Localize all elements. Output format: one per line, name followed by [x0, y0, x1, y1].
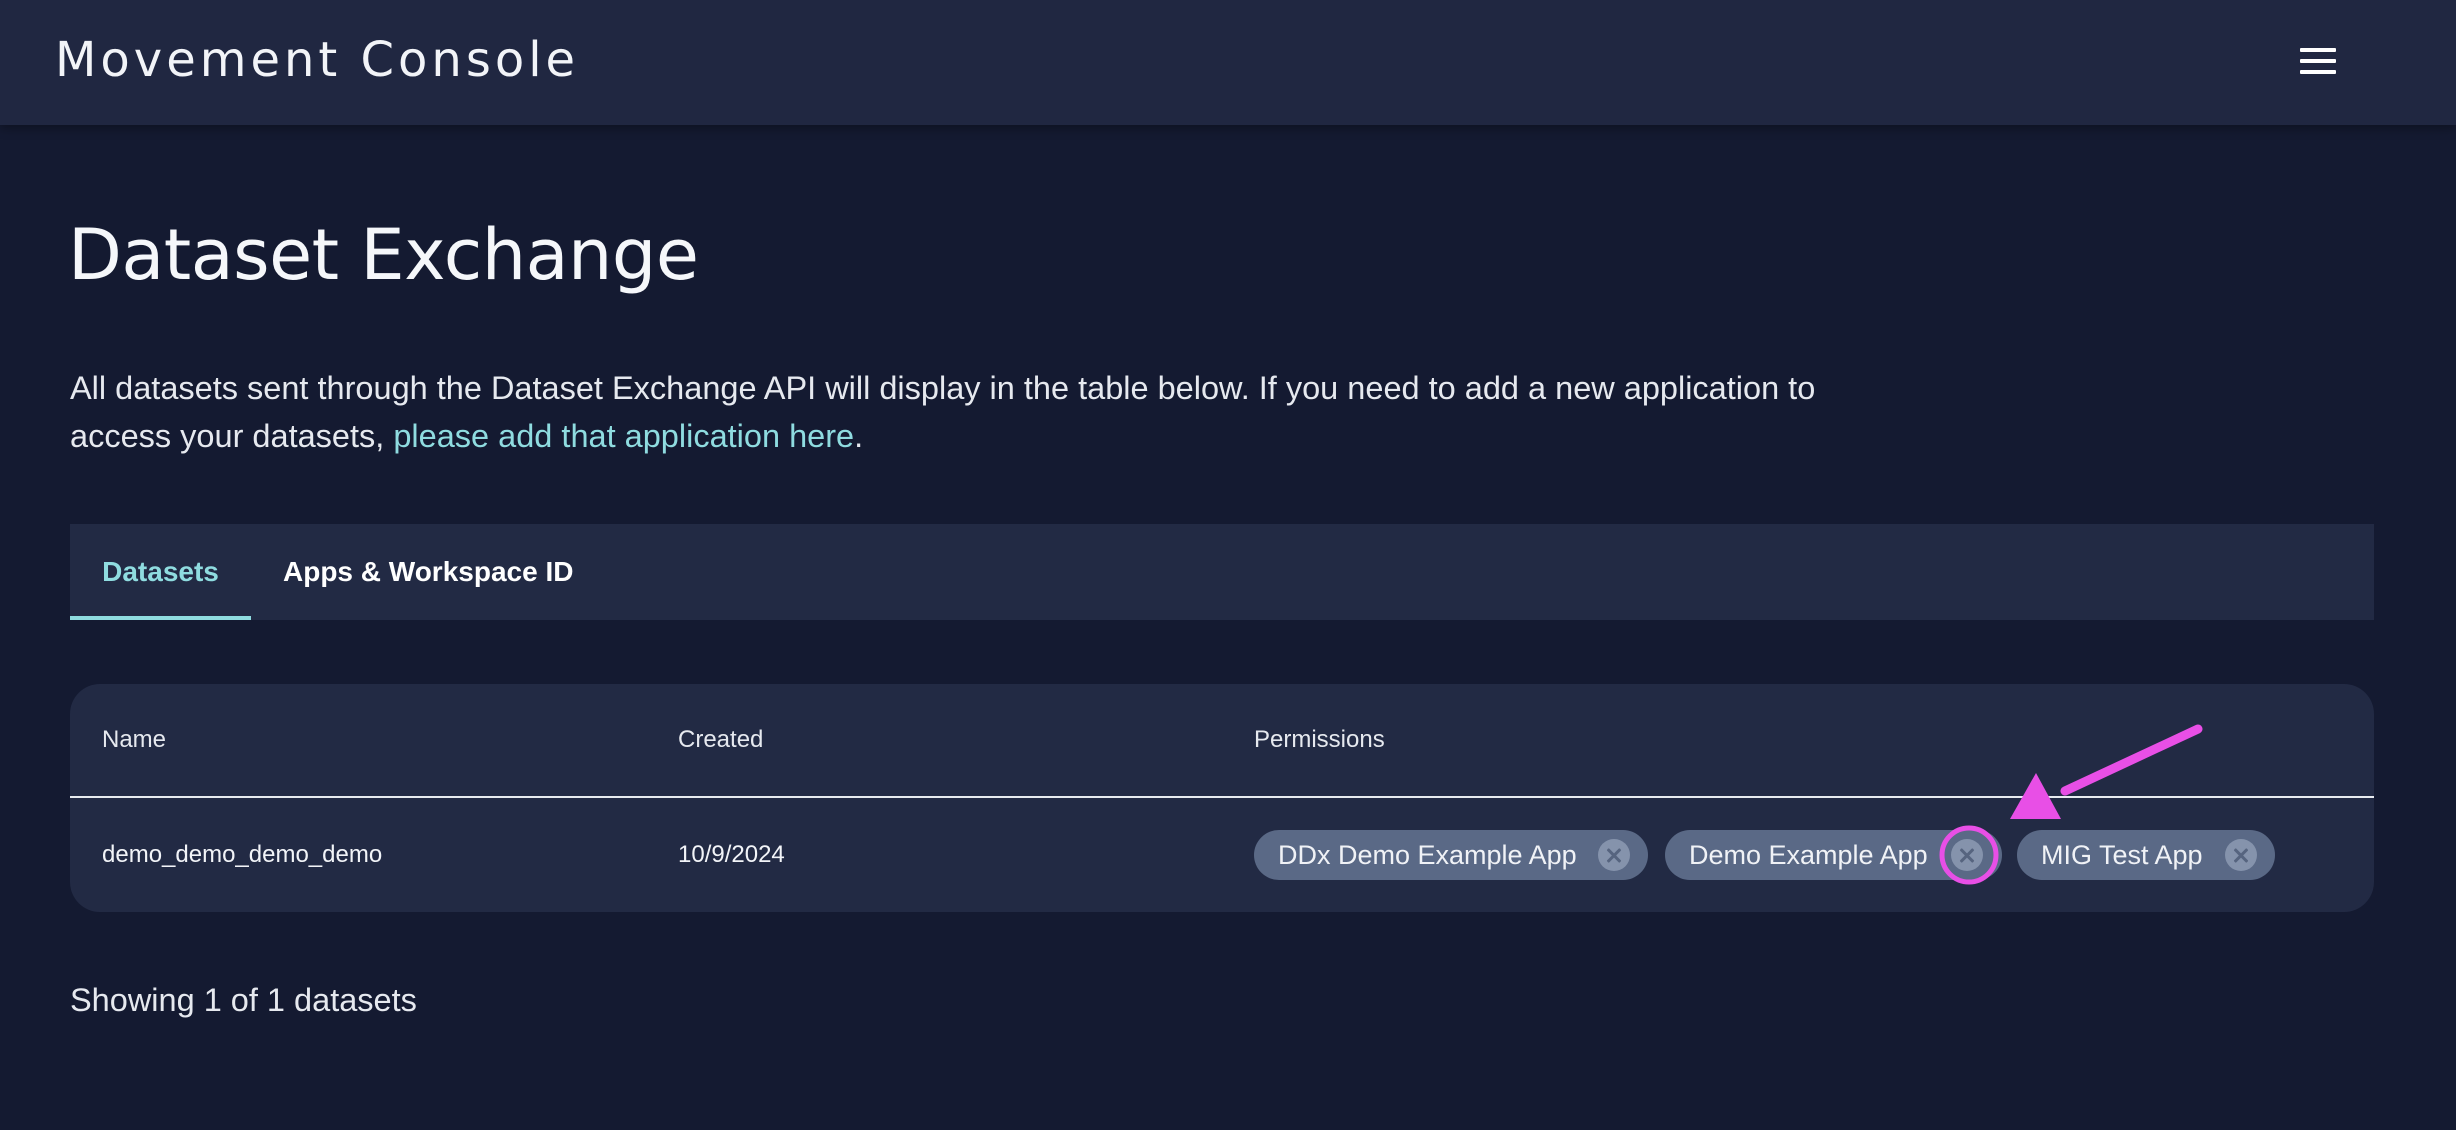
permission-chip-label: MIG Test App — [2041, 840, 2203, 870]
page-title: Dataset Exchange — [68, 214, 699, 296]
tab-apps-workspace-id[interactable]: Apps & Workspace ID — [283, 524, 573, 620]
dataset-count: Showing 1 of 1 datasets — [70, 982, 417, 1018]
remove-permission-icon[interactable] — [1598, 839, 1630, 871]
header-divider — [70, 796, 2374, 798]
dataset-name-cell: demo_demo_demo_demo — [102, 841, 383, 868]
permission-chip: DDx Demo Example App — [1254, 830, 1648, 880]
permission-chip-label: DDx Demo Example App — [1278, 840, 1577, 870]
menu-line — [2300, 59, 2336, 63]
menu-line — [2300, 48, 2336, 52]
permission-chip: MIG Test App — [2017, 830, 2275, 880]
tab-bar: Datasets Apps & Workspace ID — [70, 524, 2374, 620]
column-header-name: Name — [102, 726, 167, 753]
add-application-link[interactable]: please add that application here — [393, 418, 854, 454]
column-header-permissions: Permissions — [1254, 726, 1385, 753]
description-suffix: . — [854, 418, 864, 454]
app-title: Movement Console — [55, 32, 580, 88]
menu-line — [2300, 70, 2336, 74]
created-date-cell: 10/9/2024 — [678, 841, 785, 868]
remove-permission-icon[interactable] — [1951, 839, 1983, 871]
hamburger-menu-icon[interactable] — [2298, 44, 2340, 80]
permission-chip: Demo Example App — [1665, 830, 2002, 880]
tab-datasets[interactable]: Datasets — [70, 524, 251, 620]
datasets-table: Name Created Permissions demo_demo_demo_… — [70, 684, 2374, 912]
top-bar: Movement Console — [0, 0, 2456, 125]
remove-permission-icon[interactable] — [2225, 839, 2257, 871]
column-header-created: Created — [678, 726, 764, 753]
description-text: All datasets sent through the Dataset Ex… — [70, 370, 1816, 454]
page-description: All datasets sent through the Dataset Ex… — [70, 364, 1890, 460]
permission-chip-label: Demo Example App — [1689, 840, 1928, 870]
